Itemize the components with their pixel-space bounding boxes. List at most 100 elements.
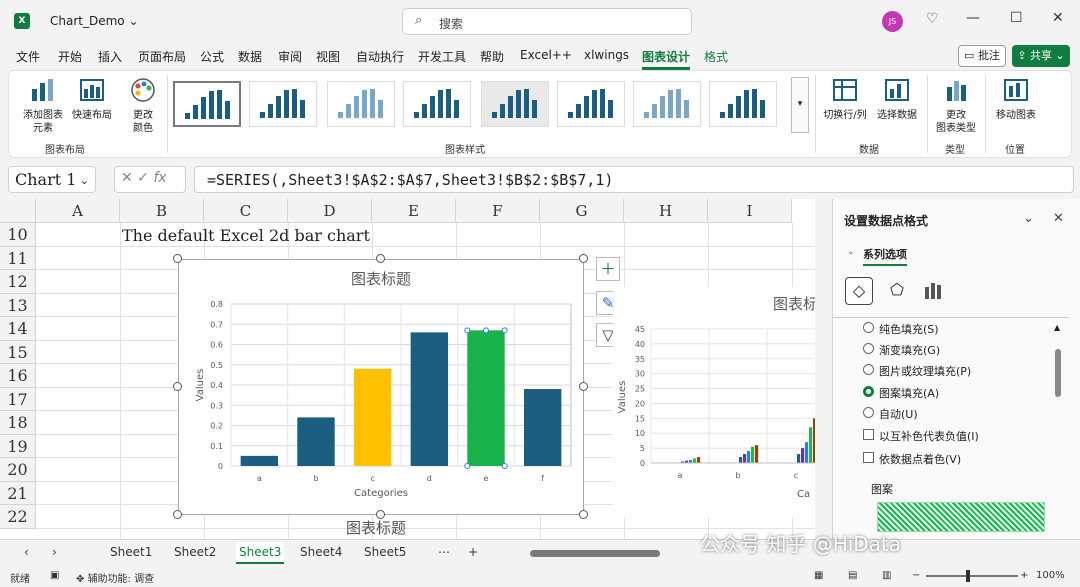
- fill-option-label[interactable]: 渐变填充(G): [879, 342, 940, 358]
- change-chart-type-button[interactable]: 更改 图表类型: [931, 77, 981, 135]
- chart-2[interactable]: 图表标 0 5 10 15 20 25 30 35 40 45 a b c Ca Values: [613, 287, 815, 517]
- formula-input[interactable]: =SERIES(,Sheet3!$A$2:$A$7,Sheet3!$B$2:$B…: [194, 166, 1074, 193]
- menu-tab[interactable]: 自动执行: [356, 48, 404, 65]
- menu-tab[interactable]: 图表设计: [642, 48, 691, 70]
- row-header[interactable]: 16: [0, 364, 36, 388]
- effects-tab-icon[interactable]: ⬠: [883, 277, 911, 305]
- row-header[interactable]: 21: [0, 481, 36, 505]
- normal-view-icon[interactable]: ▦: [814, 570, 823, 581]
- change-colors-button[interactable]: 更改 颜色: [123, 77, 163, 135]
- spreadsheet-grid[interactable]: ABCDEFGHI 10 11 12 13 14 15 16 17 18 19 20 21 22 The…: [0, 199, 815, 539]
- fill-line-tab-icon[interactable]: ◇: [845, 277, 873, 305]
- series-bar[interactable]: [739, 457, 743, 463]
- file-name[interactable]: Chart_Demo ⌄: [50, 14, 139, 28]
- minimize-icon[interactable]: —: [966, 10, 980, 26]
- sheet-tab[interactable]: Sheet4: [300, 545, 342, 559]
- column-header[interactable]: D: [288, 199, 372, 223]
- next-sheet-icon[interactable]: ›: [52, 545, 57, 559]
- menu-tab[interactable]: 帮助: [480, 48, 504, 65]
- resize-handle[interactable]: [579, 254, 588, 263]
- selection-handle[interactable]: [483, 327, 489, 334]
- chart-style-thumbnail[interactable]: [173, 81, 241, 127]
- menu-tab[interactable]: 开发工具: [418, 48, 466, 65]
- quick-layout-button[interactable]: 快速布局: [67, 77, 117, 122]
- row-header[interactable]: 13: [0, 293, 36, 317]
- pane-scrollbar[interactable]: [1055, 349, 1061, 397]
- series-bar[interactable]: [805, 442, 809, 463]
- selection-handle[interactable]: [464, 463, 471, 469]
- chart-1[interactable]: 图表标题 0 0.1 0.2 0.3 0.4 0.5 0.6 0.7 0.8 a b c d e f Categ…: [178, 259, 584, 515]
- move-chart-button[interactable]: 移动图表: [989, 77, 1043, 122]
- page-layout-view-icon[interactable]: ▤: [848, 570, 857, 581]
- row-header[interactable]: 12: [0, 270, 36, 294]
- series-options-tab[interactable]: 系列选项: [863, 246, 907, 266]
- bar-d[interactable]: [410, 332, 449, 466]
- fill-option-label[interactable]: 以互补色代表负值(I): [879, 428, 979, 444]
- resize-handle[interactable]: [376, 254, 385, 263]
- name-box[interactable]: Chart 1 ⌄: [8, 166, 96, 193]
- zoom-slider[interactable]: [926, 575, 1018, 577]
- select-data-button[interactable]: 选择数据: [871, 77, 923, 122]
- accessibility-status[interactable]: ✥ 辅助功能: 调查: [76, 570, 154, 585]
- zoom-out-icon[interactable]: −: [912, 570, 920, 581]
- row-header[interactable]: 20: [0, 458, 36, 482]
- fill-option-label[interactable]: 图片或纹理填充(P): [879, 363, 971, 379]
- page-break-view-icon[interactable]: ▥: [882, 570, 891, 581]
- fill-option-label[interactable]: 自动(U): [879, 406, 918, 422]
- series-bar[interactable]: [751, 446, 755, 463]
- resize-handle[interactable]: [579, 382, 588, 391]
- zoom-level[interactable]: 100%: [1036, 570, 1065, 581]
- formula-controls[interactable]: ✕ ✓ fx: [114, 166, 186, 193]
- bar-c[interactable]: [353, 368, 392, 466]
- selection-handle[interactable]: [464, 327, 471, 334]
- series-bar[interactable]: [697, 457, 701, 463]
- sheet-tab[interactable]: Sheet3: [236, 542, 285, 564]
- fx-icon[interactable]: fx: [153, 170, 166, 186]
- add-chart-element-button[interactable]: 添加图表 元素: [17, 77, 69, 135]
- menu-tab[interactable]: 审阅: [278, 48, 302, 65]
- fill-radio[interactable]: [863, 343, 874, 354]
- bar-a[interactable]: [240, 455, 279, 466]
- resize-handle[interactable]: [173, 382, 182, 391]
- series-bar[interactable]: [743, 454, 747, 463]
- row-header[interactable]: 17: [0, 387, 36, 411]
- selection-handle[interactable]: [501, 327, 508, 334]
- bar-e[interactable]: [467, 330, 505, 466]
- column-header[interactable]: E: [372, 199, 456, 223]
- series-bar[interactable]: [801, 448, 805, 463]
- column-header[interactable]: C: [204, 199, 288, 223]
- close-icon[interactable]: ✕: [1052, 10, 1064, 26]
- resize-handle[interactable]: [173, 510, 182, 519]
- fill-radio[interactable]: [863, 322, 874, 333]
- menu-tab[interactable]: 插入: [98, 48, 122, 65]
- lightbulb-icon[interactable]: ♡: [926, 11, 939, 27]
- chevron-down-icon[interactable]: ⌄: [1023, 211, 1034, 226]
- row-header[interactable]: 10: [0, 223, 36, 247]
- sheet-tab[interactable]: Sheet1: [110, 545, 152, 559]
- macro-record-icon[interactable]: ▣: [50, 570, 59, 581]
- bar-b[interactable]: [297, 417, 335, 466]
- fill-option-label[interactable]: 图案填充(A): [879, 385, 939, 401]
- series-bar[interactable]: [693, 458, 697, 463]
- fill-checkbox[interactable]: [863, 452, 874, 463]
- close-pane-icon[interactable]: ✕: [1053, 211, 1064, 226]
- avatar[interactable]: JS: [882, 11, 903, 32]
- select-all-corner[interactable]: [0, 199, 36, 223]
- row-header[interactable]: 18: [0, 411, 36, 435]
- chart-style-thumbnail[interactable]: [249, 81, 317, 127]
- row-header[interactable]: 14: [0, 317, 36, 341]
- menu-tab[interactable]: 页面布局: [138, 48, 186, 65]
- menu-tab[interactable]: 数据: [238, 48, 262, 65]
- chart-style-thumbnail[interactable]: [481, 81, 549, 127]
- resize-handle[interactable]: [173, 254, 182, 263]
- menu-tab[interactable]: Excel++: [520, 48, 572, 62]
- fill-radio[interactable]: [863, 364, 874, 375]
- menu-tab[interactable]: 文件: [16, 48, 40, 65]
- series-options-tab-icon[interactable]: [919, 277, 947, 305]
- series-bar[interactable]: [797, 454, 801, 463]
- search-box[interactable]: ⌕ 搜索: [402, 8, 692, 35]
- menu-tab[interactable]: 视图: [316, 48, 340, 65]
- selection-handle[interactable]: [501, 463, 508, 469]
- column-header[interactable]: G: [540, 199, 624, 223]
- menu-tab[interactable]: 公式: [200, 48, 224, 65]
